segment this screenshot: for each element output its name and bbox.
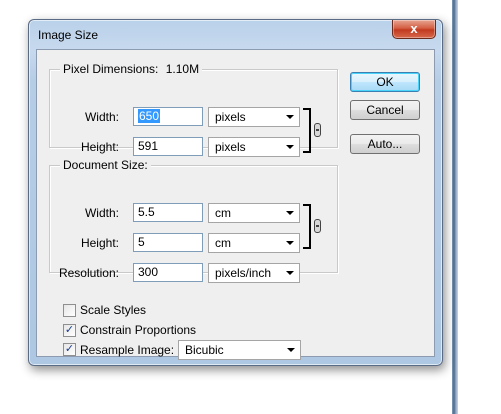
pixel-height-unit: pixels xyxy=(215,140,246,154)
pixel-width-input[interactable]: 650 xyxy=(133,107,203,126)
resample-image-label[interactable]: Resample Image: xyxy=(80,343,174,357)
doc-width-input[interactable]: 5.5 xyxy=(133,203,203,222)
pixel-width-value: 650 xyxy=(138,109,161,123)
dialog-client-area: Pixel Dimensions: 1.10M Width: 650 pixel… xyxy=(36,49,435,360)
chevron-down-icon xyxy=(286,115,294,119)
resolution-unit-select[interactable]: pixels/inch xyxy=(208,263,300,283)
doc-height-value: 5 xyxy=(138,235,145,249)
pixel-height-unit-select[interactable]: pixels xyxy=(208,137,300,157)
cancel-button[interactable]: Cancel xyxy=(350,100,420,120)
pixel-height-input[interactable]: 591 xyxy=(133,137,203,156)
doc-height-unit: cm xyxy=(215,236,231,250)
link-icon xyxy=(314,123,321,137)
pixel-width-label: Width: xyxy=(84,110,119,124)
document-size-heading: Document Size: xyxy=(60,158,151,172)
image-size-dialog: Image Size x Pixel Dimensions: 1.10M Wid… xyxy=(28,19,443,366)
scale-styles-checkbox[interactable] xyxy=(63,304,76,317)
chevron-down-icon xyxy=(286,271,294,275)
link-icon xyxy=(314,219,321,233)
chevron-down-icon xyxy=(286,211,294,215)
chevron-down-icon xyxy=(286,145,294,149)
doc-constrain-bracket xyxy=(303,204,311,249)
pixel-dimensions-size: 1.10M xyxy=(165,62,200,76)
pixel-height-value: 591 xyxy=(138,139,159,153)
resample-image-checkbox[interactable]: ✓ xyxy=(63,343,76,356)
doc-width-unit: cm xyxy=(215,206,231,220)
doc-height-unit-select[interactable]: cm xyxy=(208,233,300,253)
scale-styles-label[interactable]: Scale Styles xyxy=(80,303,146,317)
doc-width-value: 5.5 xyxy=(138,205,155,219)
pixel-height-label: Height: xyxy=(80,140,119,154)
doc-height-label: Height: xyxy=(80,236,119,250)
checkmark-icon: ✓ xyxy=(64,343,75,355)
doc-width-unit-select[interactable]: cm xyxy=(208,203,300,223)
background-panel xyxy=(458,0,501,414)
checkmark-icon: ✓ xyxy=(64,324,75,336)
pixel-dimensions-heading: Pixel Dimensions: 1.10M xyxy=(60,62,203,76)
chevron-down-icon xyxy=(286,241,294,245)
ok-button[interactable]: OK xyxy=(350,72,420,92)
constrain-proportions-checkbox[interactable]: ✓ xyxy=(63,324,76,337)
resolution-input[interactable]: 300 xyxy=(133,263,203,282)
pixel-width-unit: pixels xyxy=(215,110,246,124)
close-button[interactable]: x xyxy=(392,20,436,39)
pixel-constrain-bracket xyxy=(303,108,311,153)
constrain-proportions-label[interactable]: Constrain Proportions xyxy=(80,323,196,337)
resample-method: Bicubic xyxy=(185,343,224,357)
close-icon: x xyxy=(410,21,418,36)
doc-height-input[interactable]: 5 xyxy=(133,233,203,252)
chevron-down-icon xyxy=(287,348,295,352)
auto-button[interactable]: Auto... xyxy=(350,134,420,154)
doc-width-label: Width: xyxy=(84,206,119,220)
dialog-title: Image Size xyxy=(38,28,99,42)
resample-method-select[interactable]: Bicubic xyxy=(178,340,301,360)
resolution-unit: pixels/inch xyxy=(215,266,272,280)
pixel-width-unit-select[interactable]: pixels xyxy=(208,107,300,127)
pixel-dimensions-label: Pixel Dimensions: xyxy=(63,62,159,76)
resolution-value: 300 xyxy=(138,265,159,279)
resolution-label: Resolution: xyxy=(58,266,119,280)
